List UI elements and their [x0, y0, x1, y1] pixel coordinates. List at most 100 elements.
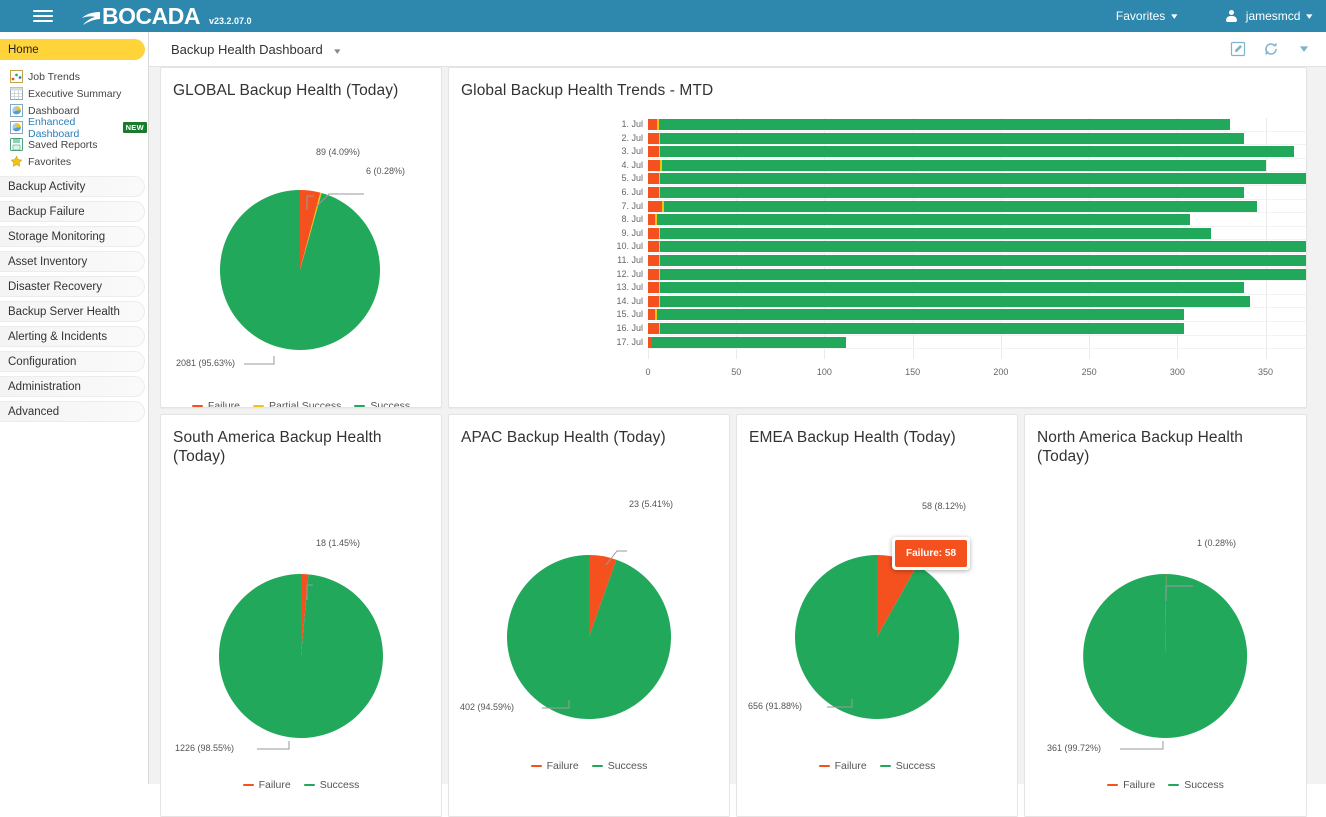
chevron-down-icon[interactable]: ▾	[1292, 41, 1316, 57]
sidebar-item-disaster-recovery[interactable]: Disaster Recovery	[0, 276, 145, 297]
brand-logo[interactable]: BOCADA v23.2.07.0	[81, 4, 252, 28]
pie-chart[interactable]: 23 (5.41%) 402 (94.59%) Failure Success	[449, 447, 729, 816]
sidebar-item-storage-monitoring[interactable]: Storage Monitoring	[0, 226, 145, 247]
pie-label: 402 (94.59%)	[460, 702, 515, 712]
bar-segment-failure[interactable]	[648, 255, 659, 266]
bar-segment-success[interactable]	[660, 146, 1294, 158]
sidebar-item-advanced[interactable]: Advanced	[0, 401, 145, 422]
sidebar-item-label: Disaster Recovery	[8, 280, 102, 293]
pie-label: 1226 (98.55%)	[175, 743, 235, 753]
bar-segment-success[interactable]	[658, 119, 1231, 130]
y-axis-tick: 15. Jul	[616, 309, 643, 320]
sidebar-item-saved-reports[interactable]: Saved Reports	[10, 136, 148, 153]
legend-item[interactable]: Success	[1168, 779, 1224, 791]
bar-segment-failure[interactable]	[648, 132, 659, 144]
sidebar-item-configuration[interactable]: Configuration	[0, 351, 145, 372]
legend-item[interactable]: Success	[354, 400, 410, 407]
bar-segment-success[interactable]	[660, 173, 1306, 185]
favorites-label: Favorites	[1115, 9, 1166, 23]
sidebar-item-backup-activity[interactable]: Backup Activity	[0, 176, 145, 197]
sidebar-item-label: Saved Reports	[28, 138, 98, 151]
pie-label: 6 (0.28%)	[366, 166, 406, 176]
sidebar-item-home[interactable]: Home	[0, 39, 145, 60]
bar-segment-success[interactable]	[660, 227, 1211, 239]
bar-segment-failure[interactable]	[648, 214, 656, 226]
legend-item[interactable]: Failure	[242, 779, 291, 791]
avatar-icon	[1225, 9, 1238, 23]
bar-segment-failure[interactable]	[648, 309, 656, 321]
row-divider	[648, 334, 1306, 336]
bar-segment-success[interactable]	[656, 214, 1190, 226]
x-axis-tick: 350	[1258, 367, 1274, 378]
y-axis-tick: 17. Jul	[616, 336, 643, 347]
legend-swatch	[818, 764, 830, 768]
bar-segment-success[interactable]	[660, 282, 1245, 294]
bar-segment-success[interactable]	[660, 323, 1185, 334]
legend-item[interactable]: Failure	[818, 760, 867, 772]
legend-item[interactable]: Failure	[191, 400, 240, 407]
dashboard-selector[interactable]: Backup Health Dashboard ▾	[171, 42, 341, 57]
sidebar-item-asset-inventory[interactable]: Asset Inventory	[0, 251, 145, 272]
bar-segment-failure[interactable]	[648, 282, 659, 294]
favorites-menu[interactable]: Favorites ▾	[1115, 9, 1178, 23]
bar-segment-failure[interactable]	[648, 173, 659, 185]
legend-label: Failure	[546, 760, 579, 772]
sidebar-item-label: Backup Failure	[8, 205, 85, 218]
chevron-down-icon: ▾	[334, 45, 341, 56]
bar-segment-success[interactable]	[660, 268, 1306, 280]
chart-legend: Failure Success	[449, 760, 729, 772]
legend-item[interactable]: Success	[591, 760, 647, 772]
sidebar-item-job-trends[interactable]: Job Trends	[10, 68, 148, 85]
bar-segment-failure[interactable]	[648, 200, 663, 212]
sidebar-item-administration[interactable]: Administration	[0, 376, 145, 397]
edit-icon[interactable]	[1230, 41, 1246, 57]
y-axis-tick: 5. Jul	[621, 173, 643, 184]
refresh-icon[interactable]	[1263, 41, 1279, 57]
y-axis-tick: 10. Jul	[616, 241, 643, 252]
pie-chart[interactable]: 1 (0.28%) 361 (99.72%) Failure Success	[1025, 466, 1306, 816]
sidebar-item-executive-summary[interactable]: Executive Summary	[10, 85, 148, 102]
pie-label: 656 (91.88%)	[748, 701, 803, 711]
row-divider	[648, 185, 1306, 186]
row-divider	[648, 130, 1306, 132]
bar-segment-failure[interactable]	[648, 268, 659, 280]
legend-item[interactable]: Success	[303, 779, 359, 791]
bar-segment-success[interactable]	[660, 241, 1306, 253]
bar-segment-success[interactable]	[660, 255, 1306, 266]
bar-segment-failure[interactable]	[648, 119, 657, 130]
bar-segment-failure[interactable]	[648, 159, 661, 171]
sidebar-item-enhanced-dashboard[interactable]: Enhanced Dashboard NEW	[10, 116, 148, 140]
legend-item[interactable]: Failure	[530, 760, 579, 772]
sidebar-item-label: Backup Activity	[8, 180, 86, 193]
bar-segment-failure[interactable]	[648, 295, 659, 307]
legend-item[interactable]: Success	[879, 760, 936, 772]
bar-segment-failure[interactable]	[648, 187, 659, 198]
bar-segment-success[interactable]	[651, 336, 846, 348]
bar-segment-success[interactable]	[663, 200, 1257, 212]
bar-segment-success[interactable]	[660, 295, 1250, 307]
bar-segment-failure[interactable]	[648, 323, 659, 334]
sidebar-item-backup-failure[interactable]: Backup Failure	[0, 201, 145, 222]
row-divider	[648, 157, 1306, 159]
bar-segment-success[interactable]	[660, 132, 1245, 144]
bar-segment-failure[interactable]	[648, 241, 659, 253]
bar-segment-success[interactable]	[660, 187, 1245, 198]
pie-chart[interactable]: 18 (1.45%) 1226 (98.55%) Failure Success	[161, 466, 441, 816]
bar-segment-failure[interactable]	[648, 146, 659, 158]
bar-chart[interactable]: 0501001502002503003504004501. Jul2. Jul3…	[449, 68, 1306, 407]
sidebar-item-alerting-incidents[interactable]: Alerting & Incidents	[0, 326, 145, 347]
sidebar-item-backup-server-health[interactable]: Backup Server Health	[0, 301, 145, 322]
x-axis-tick: 150	[905, 367, 921, 378]
legend-item[interactable]: Partial Success	[253, 400, 341, 407]
bar-segment-success[interactable]	[662, 159, 1266, 171]
legend-label: Success	[895, 760, 936, 772]
sidebar-item-favorites[interactable]: Favorites	[10, 153, 148, 170]
bar-segment-failure[interactable]	[648, 227, 659, 239]
legend-item[interactable]: Failure	[1107, 779, 1155, 791]
pie-chart[interactable]: 89 (4.09%) 6 (0.28%) 2081 (95.63%) Failure P…	[161, 100, 441, 407]
bar-segment-success[interactable]	[656, 309, 1185, 321]
pie-chart[interactable]: 58 (8.12%) 656 (91.88%) Failure: 58 Failure…	[737, 447, 1017, 816]
hamburger-icon[interactable]	[33, 7, 53, 25]
sidebar-item-label: Favorites	[28, 155, 72, 168]
user-menu[interactable]: jamesmcd ▾	[1225, 9, 1313, 23]
